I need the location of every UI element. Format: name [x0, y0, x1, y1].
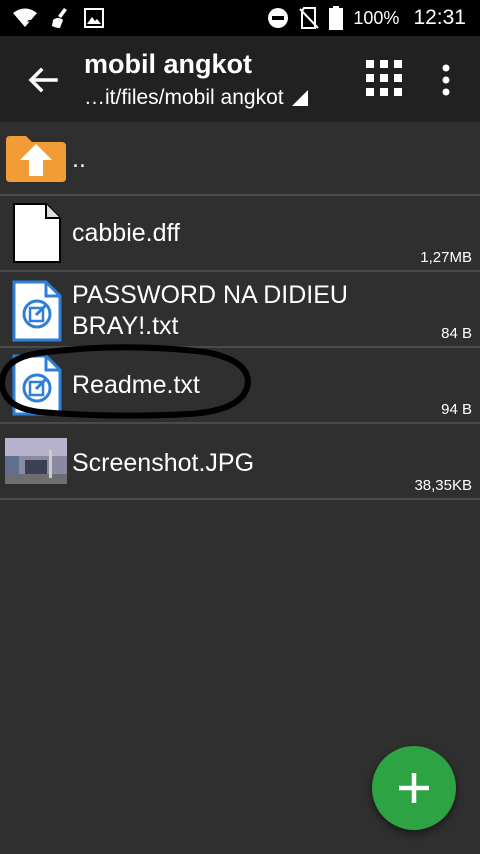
wifi-no-internet-icon: ? [13, 8, 37, 29]
folder-title: mobil angkot [84, 49, 252, 79]
file-list: .. cabbie.dff 1,27MB PASSWORD NA DIDIEU … [0, 122, 480, 500]
folder-up-icon [6, 136, 66, 182]
app-toolbar: mobil angkot …it/files/mobil angkot [0, 36, 480, 122]
file-name: .. [72, 145, 86, 173]
image-thumbnail [5, 438, 67, 484]
add-button[interactable] [372, 746, 456, 830]
clock: 12:31 [413, 6, 466, 29]
image-icon [84, 8, 104, 28]
file-size: 1,27MB [420, 249, 472, 266]
file-name: Screenshot.JPG [72, 449, 255, 477]
file-name: PASSWORD NA DIDIEU BRAY!.txt [72, 281, 348, 340]
file-name: cabbie.dff [72, 219, 180, 247]
text-file-icon [12, 354, 62, 416]
list-item-parent-folder[interactable]: .. [0, 122, 480, 196]
battery-icon [329, 6, 344, 30]
current-path: …it/files/mobil angkot [84, 86, 284, 109]
list-item-file[interactable]: Screenshot.JPG 38,35KB [0, 424, 480, 500]
path-dropdown[interactable]: …it/files/mobil angkot [84, 86, 308, 110]
no-sim-icon [299, 7, 320, 29]
back-arrow-icon[interactable] [22, 60, 62, 100]
file-size: 94 B [441, 401, 472, 418]
text-file-icon [12, 280, 62, 342]
battery-percent: 100% [353, 7, 400, 28]
cleaner-icon [52, 8, 67, 28]
grid-view-icon[interactable] [366, 60, 402, 96]
file-icon [13, 203, 61, 263]
list-item-file[interactable]: cabbie.dff 1,27MB [0, 196, 480, 272]
more-options-icon[interactable] [432, 62, 460, 98]
plus-icon [399, 773, 429, 803]
file-name: Readme.txt [72, 371, 200, 399]
list-item-file[interactable]: PASSWORD NA DIDIEU BRAY!.txt 84 B [0, 272, 480, 348]
dropdown-triangle-icon [291, 90, 308, 106]
list-item-file[interactable]: Readme.txt 94 B [0, 348, 480, 424]
file-size: 38,35KB [414, 477, 472, 494]
file-size: 84 B [441, 325, 472, 342]
svg-text:?: ? [27, 18, 33, 29]
do-not-disturb-icon [268, 8, 289, 28]
status-bar: ? 100% 12:31 [0, 0, 480, 36]
